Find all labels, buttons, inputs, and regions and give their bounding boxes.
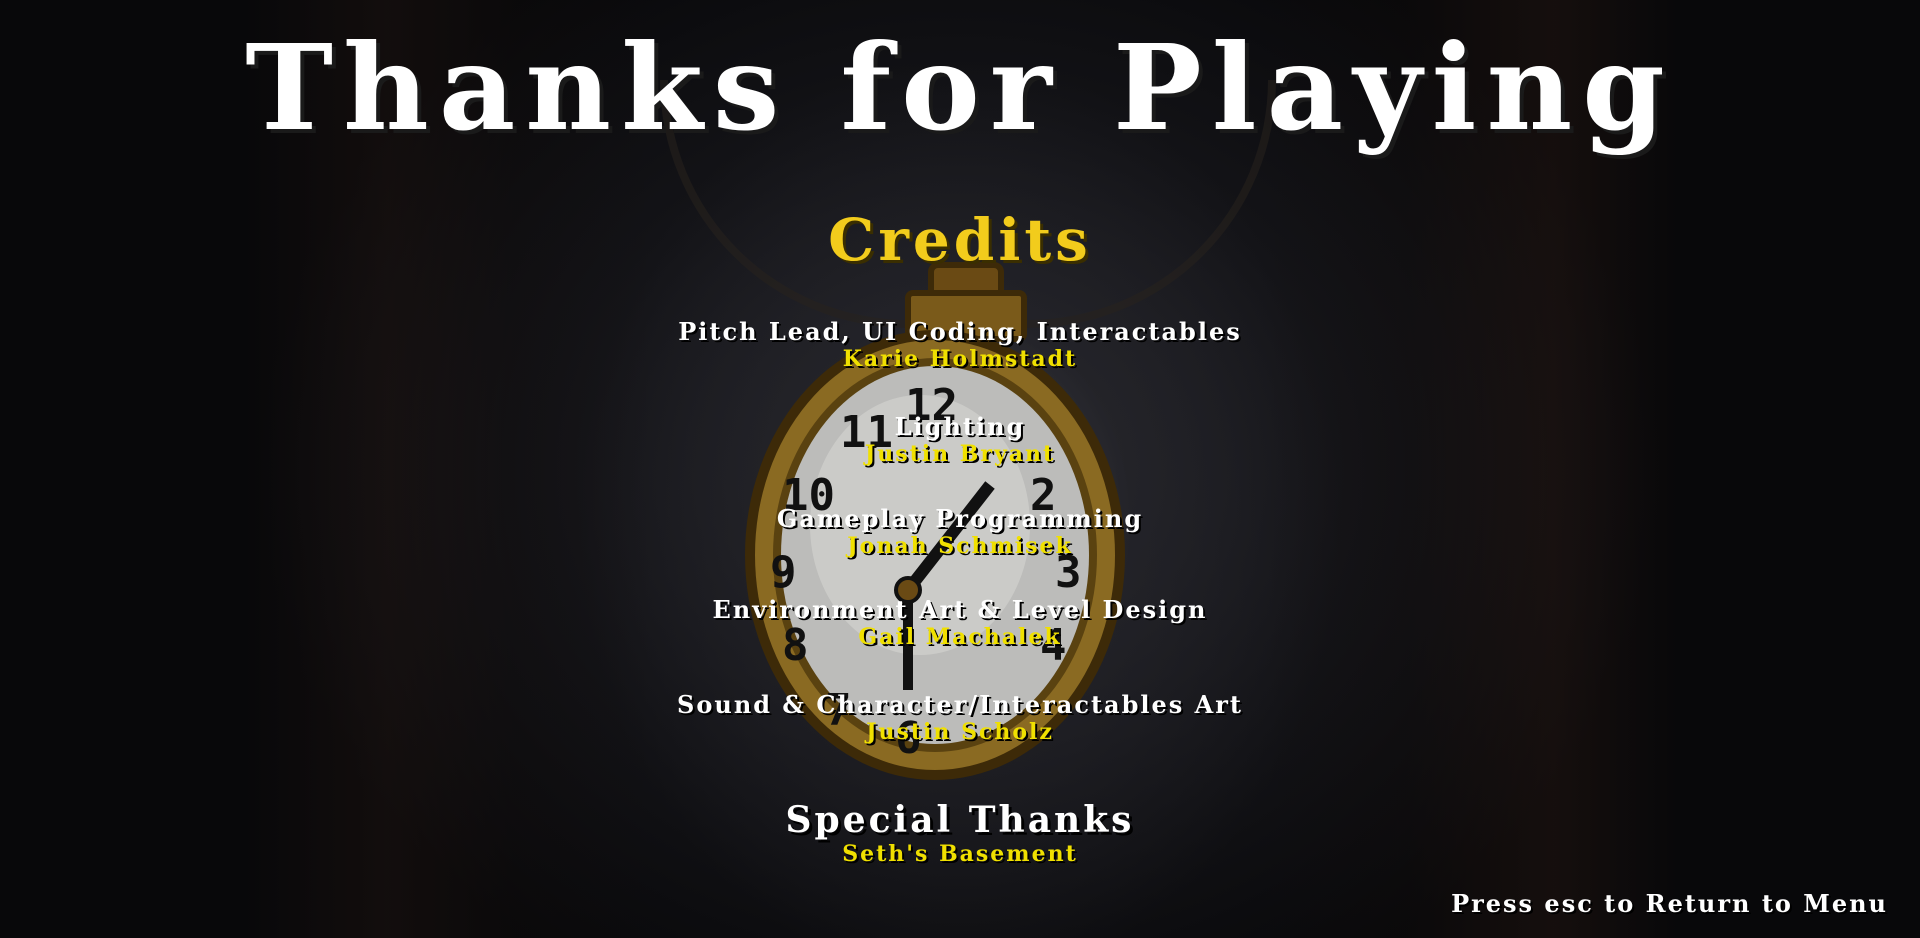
end-credits-screen: 12 11 10 9 8 7 6 4 3 2 Thanks for Playin… [0,0,1920,938]
credit-entry: Sound & Character/Interactables Art Just… [0,690,1920,746]
credit-role: Sound & Character/Interactables Art [677,690,1243,719]
credit-entry: Environment Art & Level Design Gail Mach… [0,595,1920,651]
credit-entry: Lighting Justin Bryant [0,412,1920,468]
credit-entry: Pitch Lead, UI Coding, Interactables Kar… [0,317,1920,373]
credit-entry: Gameplay Programming Jonah Schmisek [0,504,1920,560]
credit-name: Jonah Schmisek [847,533,1073,559]
credit-name: Justin Scholz [866,719,1054,745]
credits-heading: Credits [828,206,1092,274]
credit-role: Lighting [894,412,1026,441]
credit-name: Karie Holmstadt [842,346,1078,372]
special-thanks-name: Seth's Basement [842,841,1078,867]
credit-name: Gail Machalek [858,624,1062,650]
credit-role: Pitch Lead, UI Coding, Interactables [678,317,1242,346]
credit-name: Justin Bryant [864,441,1056,467]
credit-role: Environment Art & Level Design [712,595,1208,624]
thanks-title: Thanks for Playing [245,18,1675,157]
credit-role: Gameplay Programming [776,504,1144,533]
special-thanks-heading: Special Thanks [785,799,1135,841]
special-thanks-entry: Special Thanks Seth's Basement [0,799,1920,867]
return-to-menu-hint: Press esc to Return to Menu [1451,889,1888,918]
